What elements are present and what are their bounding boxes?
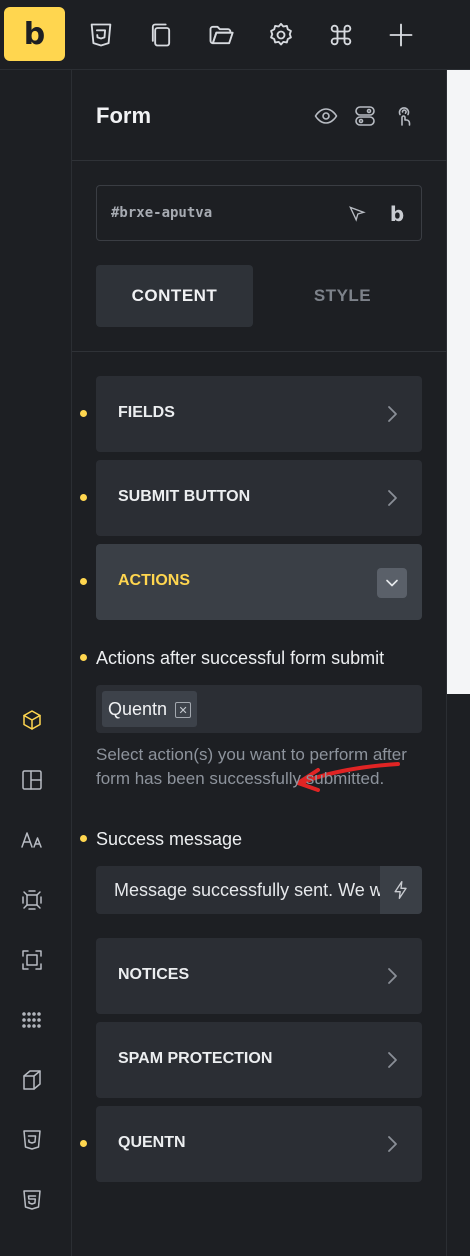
toggle-icon[interactable]: [351, 102, 379, 130]
css3-icon[interactable]: [81, 15, 121, 55]
selected-action-tag: Quentn ✕: [102, 691, 198, 727]
folder-icon[interactable]: [201, 15, 241, 55]
chevron-down-icon[interactable]: [377, 568, 407, 598]
group-actions-label: ACTIONS: [118, 572, 190, 589]
remove-tag-icon[interactable]: ✕: [175, 702, 192, 718]
chevron-right-icon: [380, 1048, 404, 1072]
command-icon[interactable]: [321, 15, 361, 55]
logo-letter: b: [23, 16, 46, 52]
modified-indicator: [80, 578, 87, 585]
elements-icon[interactable]: [14, 702, 50, 738]
tag-label: Quentn: [108, 698, 168, 719]
panel-title: Form: [96, 103, 151, 128]
group-spam-protection-label: SPAM PROTECTION: [118, 1050, 273, 1067]
typography-icon[interactable]: [14, 822, 50, 858]
components-icon[interactable]: [14, 882, 50, 918]
chevron-right-icon: [380, 964, 404, 988]
group-fields-label: FIELDS: [118, 404, 175, 421]
element-id-field[interactable]: #brxe-aputva b: [96, 185, 422, 241]
chevron-right-icon: [380, 1132, 404, 1156]
success-message-input[interactable]: Message successfully sent. We will get b…: [96, 866, 380, 914]
modified-indicator: [80, 654, 87, 661]
chevron-right-icon: [380, 402, 404, 426]
html5-icon[interactable]: [14, 1182, 50, 1218]
modified-indicator: [80, 494, 87, 501]
element-panel: Form #brxe-aputva b CONTENT STYLE FIELDS…: [72, 70, 447, 1256]
group-quentn-label: QUENTN: [118, 1134, 186, 1151]
cursor-select-icon[interactable]: [345, 202, 369, 226]
lightning-icon: [394, 881, 407, 899]
bricks-logo-button[interactable]: b: [4, 7, 65, 61]
element-id-text: #brxe-aputva: [111, 205, 213, 221]
group-actions[interactable]: ACTIONS: [96, 544, 422, 620]
modified-indicator: [80, 410, 87, 417]
pointer-help-icon[interactable]: [390, 102, 418, 130]
actions-field-label: Actions after successful form submit: [96, 648, 385, 668]
pages-icon[interactable]: [141, 15, 181, 55]
tab-content[interactable]: CONTENT: [96, 265, 253, 327]
grid-dots-icon[interactable]: [14, 1002, 50, 1038]
actions-select[interactable]: Quentn ✕: [96, 685, 422, 733]
success-message-label: Success message: [96, 829, 243, 849]
layout-icon[interactable]: [14, 762, 50, 798]
group-submit-button[interactable]: SUBMIT BUTTON: [96, 460, 422, 536]
modified-indicator: [80, 1140, 87, 1147]
tabs-divider: [72, 351, 447, 352]
left-sidebar: [0, 70, 72, 1256]
tab-style[interactable]: STYLE: [264, 265, 421, 327]
canvas-preview-edge: [447, 70, 470, 694]
eye-icon[interactable]: [312, 102, 340, 130]
group-spam-protection[interactable]: SPAM PROTECTION: [96, 1022, 422, 1098]
top-toolbar: b: [0, 0, 470, 70]
settings-icon[interactable]: [261, 15, 301, 55]
bricks-id-icon[interactable]: b: [385, 202, 409, 226]
panel-header-divider: [72, 160, 447, 161]
box-icon[interactable]: [14, 1062, 50, 1098]
group-notices-label: NOTICES: [118, 966, 190, 983]
modified-indicator: [80, 835, 87, 842]
add-icon[interactable]: [381, 15, 421, 55]
css3-icon[interactable]: [14, 1122, 50, 1158]
group-notices[interactable]: NOTICES: [96, 938, 422, 1014]
group-fields[interactable]: FIELDS: [96, 376, 422, 452]
canvas-background: [447, 694, 470, 1256]
chevron-right-icon: [380, 486, 404, 510]
frame-icon[interactable]: [14, 942, 50, 978]
dynamic-data-button[interactable]: [380, 866, 422, 914]
actions-help-text: Select action(s) you want to perform aft…: [96, 745, 407, 788]
group-quentn[interactable]: QUENTN: [96, 1106, 422, 1182]
group-submit-button-label: SUBMIT BUTTON: [118, 488, 251, 505]
